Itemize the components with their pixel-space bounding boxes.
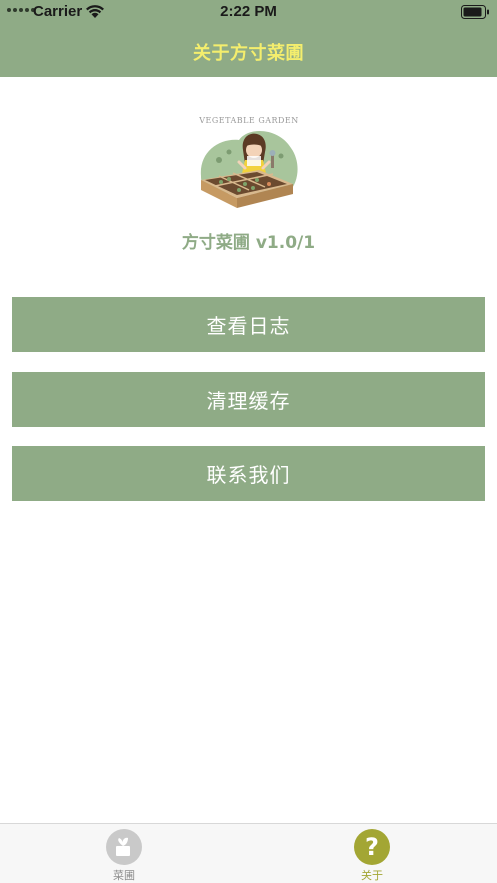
view-log-button[interactable]: 查看日志 — [12, 297, 485, 352]
tab-bar: 菜圃 ? 关于 — [0, 823, 497, 883]
status-bar: Carrier 2:22 PM — [0, 0, 497, 24]
tab-garden[interactable]: 菜圃 — [64, 824, 184, 883]
garden-icon — [106, 829, 142, 865]
tab-about[interactable]: ? 关于 — [312, 824, 432, 883]
header: Carrier 2:22 PM 关于方寸菜圃 — [0, 0, 497, 77]
svg-text:?: ? — [365, 833, 379, 861]
battery-icon — [461, 5, 489, 19]
status-time: 2:22 PM — [220, 3, 277, 20]
logo-caption: VEGETABLE GARDEN — [198, 116, 299, 125]
page-title: 关于方寸菜圃 — [193, 43, 304, 64]
tab-garden-label: 菜圃 — [113, 869, 135, 882]
tab-about-label: 关于 — [361, 869, 383, 882]
version-label: 方寸菜圃 v1.0/1 — [181, 233, 316, 253]
app-logo: VEGETABLE GARDEN — [198, 116, 299, 208]
clear-cache-button[interactable]: 清理缓存 — [12, 372, 485, 427]
about-screen: Carrier 2:22 PM 关于方寸菜圃 VEGETABLE GARDEN — [0, 0, 497, 883]
contact-us-button[interactable]: 联系我们 — [12, 446, 485, 501]
question-icon: ? — [354, 829, 390, 865]
